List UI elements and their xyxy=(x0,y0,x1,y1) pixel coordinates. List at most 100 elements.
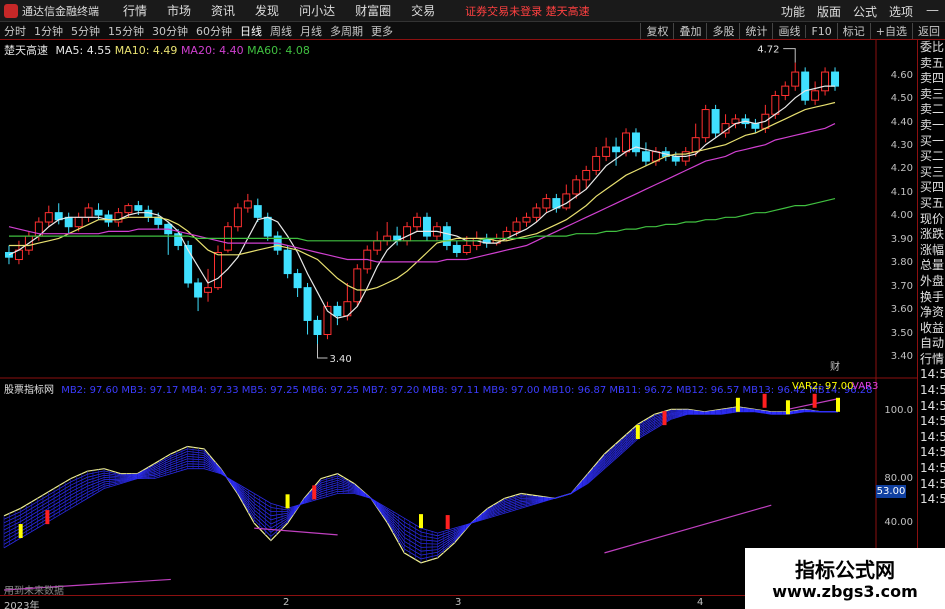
candle-body xyxy=(84,207,93,218)
candle-body xyxy=(701,109,710,139)
side-panel-item[interactable]: 涨幅 xyxy=(918,243,945,259)
candle-body xyxy=(691,137,700,153)
candle-body xyxy=(353,268,362,303)
candle-body xyxy=(373,240,382,251)
indicator-bands xyxy=(3,398,839,591)
signal-bar-yellow xyxy=(836,397,840,412)
price-axis-tick: 4.30 xyxy=(890,140,913,152)
side-panel-item[interactable]: 现价 xyxy=(918,212,945,228)
stock-name[interactable]: 楚天高速 xyxy=(4,44,48,57)
price-axis-tick: 4.50 xyxy=(890,93,913,105)
side-panel-item[interactable]: 卖二 xyxy=(918,102,945,118)
candle-body xyxy=(64,216,73,228)
candle-body xyxy=(811,90,820,101)
high-label: 4.72 xyxy=(757,45,779,56)
side-panel-item[interactable]: 总量 xyxy=(918,258,945,274)
side-panel-item[interactable]: 买五 xyxy=(918,196,945,212)
side-panel-item[interactable]: 外盘 xyxy=(918,274,945,290)
side-panel-item[interactable]: 自动 xyxy=(918,336,945,352)
ma-legend-item: MA5: 4.55 xyxy=(55,44,115,57)
candle-body xyxy=(333,305,342,317)
ma-legend-item: MA60: 4.08 xyxy=(247,44,310,57)
candle-body xyxy=(512,221,521,232)
ma60-line xyxy=(9,198,836,242)
candle-body xyxy=(213,251,222,289)
signal-bar-red xyxy=(312,485,317,500)
date-label: 3 xyxy=(455,597,462,608)
side-panel-item[interactable]: 卖三 xyxy=(918,87,945,103)
candle-body xyxy=(194,282,203,298)
candle-body xyxy=(114,212,123,223)
candle-body xyxy=(522,216,531,223)
candle-body xyxy=(532,207,541,218)
indicator-axis-tick: 40.00 xyxy=(884,517,913,528)
side-panel-item[interactable]: 卖五 xyxy=(918,56,945,72)
side-panel-item[interactable]: 收益 xyxy=(918,321,945,337)
side-panel-item[interactable]: 14:50 xyxy=(918,414,945,430)
date-label: 4 xyxy=(697,597,704,608)
chart-canvas[interactable]: 4.72 3.40 财 xyxy=(0,0,945,609)
candle-body xyxy=(711,109,720,134)
side-panel-item[interactable]: 14:50 xyxy=(918,445,945,461)
side-panel-item[interactable]: 涨跌 xyxy=(918,227,945,243)
candle-body xyxy=(44,212,53,223)
side-panel-item[interactable]: 行情 xyxy=(918,352,945,368)
side-panel-item[interactable]: 买四 xyxy=(918,180,945,196)
watermark: 指标公式网 www.zbgs3.com xyxy=(745,548,945,609)
side-panel-item[interactable]: 14:50 xyxy=(918,383,945,399)
price-axis-tick: 4.40 xyxy=(890,116,913,128)
signal-bar-red xyxy=(445,515,450,530)
candle-body xyxy=(422,216,431,237)
candle-body xyxy=(204,287,213,293)
side-panel-item[interactable]: 14:50 xyxy=(918,492,945,508)
side-panel-item[interactable]: 净资 xyxy=(918,305,945,321)
side-panel-item[interactable]: 委比 xyxy=(918,40,945,56)
signal-bar-yellow xyxy=(735,397,740,412)
side-panel-item[interactable]: 买三 xyxy=(918,165,945,181)
candle-body xyxy=(641,151,650,162)
side-panel-item[interactable]: 14:50 xyxy=(918,477,945,493)
price-axis-tick: 4.10 xyxy=(890,186,913,198)
price-axis-tick: 3.70 xyxy=(890,280,913,292)
candle-body xyxy=(612,146,621,153)
side-panel-item[interactable]: 卖四 xyxy=(918,71,945,87)
price-axis-tick: 3.40 xyxy=(890,350,913,362)
candle-body xyxy=(313,319,322,336)
price-axis-tick: 4.60 xyxy=(890,69,913,81)
price-axis-tick: 4.00 xyxy=(890,210,913,222)
candle-body xyxy=(283,249,292,275)
side-panel-item[interactable]: 买二 xyxy=(918,149,945,165)
trend-line xyxy=(254,527,338,536)
signal-bar-red xyxy=(662,411,667,426)
candle-body xyxy=(94,209,103,216)
indicator-axis-tick: 100.0 xyxy=(884,405,913,416)
side-panel-item[interactable]: 买一 xyxy=(918,134,945,150)
price-axis-tick: 3.80 xyxy=(890,257,913,269)
indicator-name[interactable]: 股票指标网 xyxy=(4,385,54,396)
candle-body xyxy=(821,71,830,92)
side-panel-item[interactable]: 14:50 xyxy=(918,367,945,383)
watermark-title: 指标公式网 xyxy=(795,558,895,582)
side-panel-item[interactable]: 换手 xyxy=(918,290,945,306)
side-panel-item[interactable]: 14:50 xyxy=(918,461,945,477)
side-panel-item[interactable]: 14:50 xyxy=(918,399,945,415)
candle-body xyxy=(801,71,810,101)
candle-body xyxy=(572,179,581,195)
candle-body xyxy=(751,123,760,129)
ma-legend-item: MA20: 4.40 xyxy=(180,44,248,57)
candle-body xyxy=(263,216,272,237)
candle-body xyxy=(452,244,461,253)
signal-bar-yellow xyxy=(285,494,290,509)
indicator-axis-tick: 80.00 xyxy=(884,473,913,484)
candle-body xyxy=(671,155,680,162)
ma-series xyxy=(8,85,836,319)
side-panel-item[interactable]: 14:50 xyxy=(918,430,945,446)
signal-bar-red xyxy=(45,510,50,525)
side-panel-item[interactable]: 卖一 xyxy=(918,118,945,134)
candle-body xyxy=(791,71,800,87)
indicator-legend: 股票指标网 MB2: 97.60 MB3: 97.17 MB4: 97.33 M… xyxy=(4,381,876,396)
candle-body xyxy=(303,287,312,321)
date-label: 2023年 xyxy=(4,601,40,609)
candle-body xyxy=(771,94,780,115)
candle-body xyxy=(442,226,451,246)
